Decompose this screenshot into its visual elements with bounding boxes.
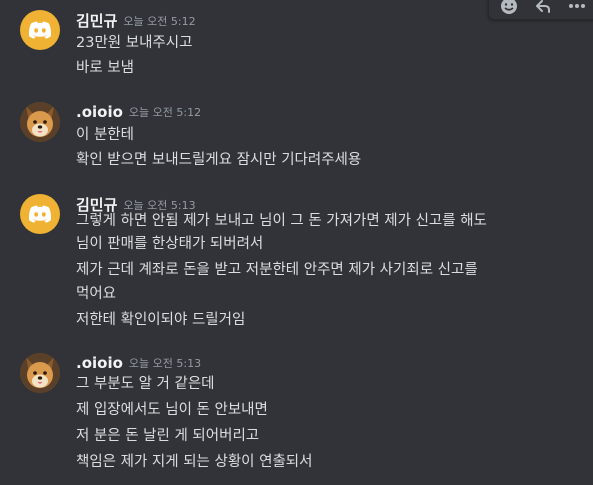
dog-avatar[interactable] [20, 102, 60, 142]
timestamp[interactable]: 오늘 오전 5:12 [129, 106, 201, 119]
message-text: 제가 근데 계좌로 돈을 받고 저분한테 안주면 제가 사기죄로 신고를 [76, 262, 478, 278]
reply-icon[interactable] [529, 0, 557, 19]
timestamp[interactable]: 오늘 오전 5:12 [123, 15, 195, 28]
discord-default-avatar[interactable] [20, 194, 60, 234]
message-text: 그렇게 하면 안됨 제가 보내고 님이 그 돈 가져가면 제가 신고를 해도 [76, 213, 487, 229]
discord-default-avatar[interactable] [20, 10, 60, 50]
message-text: 제 입장에서도 님이 돈 안보내면 [76, 402, 268, 418]
message-text: 확인 받으면 보내드릴게요 잠시만 기다려주세용 [76, 152, 362, 168]
username[interactable]: 김민규 [76, 12, 117, 30]
message-text: 이 분한테 [76, 127, 134, 143]
message-header: .oioio 오늘 오전 5:12 [76, 102, 201, 121]
message-text: 먹어요 [76, 286, 117, 302]
message-text: 님이 판매를 한상태가 되버려서 [76, 236, 264, 252]
message-text: 23만원 보내주시고 [76, 35, 193, 51]
add-reaction-icon[interactable] [495, 0, 523, 19]
message-hover-toolbar [488, 0, 593, 20]
dog-avatar[interactable] [20, 353, 60, 393]
message-text: 바로 보냄 [76, 60, 134, 76]
timestamp[interactable]: 오늘 오전 5:13 [129, 357, 201, 370]
username[interactable]: .oioio [76, 103, 123, 121]
message-text: 저 분은 돈 날린 게 되어버리고 [76, 428, 260, 444]
message-text: 그 부분도 알 거 같은데 [76, 376, 215, 392]
more-options-icon[interactable] [563, 0, 591, 19]
message-text: 저한테 확인이되야 드릴거임 [76, 312, 246, 328]
message-header: 김민규 오늘 오전 5:12 [76, 10, 196, 31]
username[interactable]: .oioio [76, 354, 123, 372]
message-header: .oioio 오늘 오전 5:13 [76, 353, 201, 372]
chat-view: 김민규 오늘 오전 5:12 23만원 보내주시고 바로 보냄 .oioio 오늘 … [0, 0, 593, 485]
message-text: 책임은 제가 지게 되는 상황이 연출되서 [76, 454, 313, 470]
